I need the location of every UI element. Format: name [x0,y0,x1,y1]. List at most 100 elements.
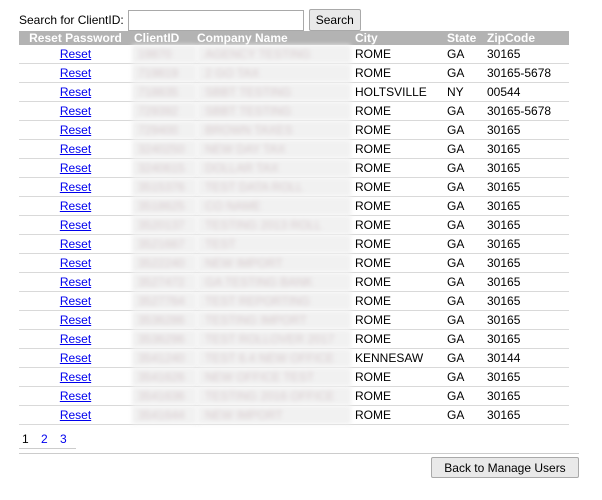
client-id-cell: 729392 [132,101,197,121]
reset-password-link[interactable]: Reset [60,256,91,270]
reset-password-link[interactable]: Reset [60,180,91,194]
table-row: Reset 3520137 TESTING 2013 ROLL ROME GA 30165 [19,215,569,235]
city-cell: ROME [351,405,443,425]
table-row: Reset 729400 BROWN TAXES ROME GA 30165 [19,120,569,140]
zipcode-cell: 30165 [483,291,569,311]
company-name-cell: TEST [197,234,351,254]
company-name-cell: NEW IMPORT [197,253,351,273]
reset-password-link[interactable]: Reset [60,332,91,346]
company-name-cell: CO NAME [197,196,351,216]
reset-cell: Reset [19,405,132,425]
page-link-3[interactable]: 3 [57,431,76,449]
reset-password-link[interactable]: Reset [60,142,91,156]
table-row: Reset 3541644 NEW IMPORT ROME GA 30165 [19,405,569,425]
reset-cell: Reset [19,45,132,64]
reset-password-link[interactable]: Reset [60,218,91,232]
company-name-cell: TEST ROLLOVER 2017 [197,329,351,349]
state-cell: GA [443,291,483,311]
client-id-cell: 729400 [132,120,197,140]
reset-cell: Reset [19,386,132,406]
company-name-cell: NEW DAY TAX [197,139,351,159]
reset-password-link[interactable]: Reset [60,370,91,384]
city-cell: ROME [351,253,443,273]
zipcode-cell: 30165 [483,310,569,330]
reset-password-link[interactable]: Reset [60,66,91,80]
state-cell: GA [443,139,483,159]
client-id-cell: 718835 [132,82,197,102]
reset-password-link[interactable]: Reset [60,351,91,365]
reset-password-link[interactable]: Reset [60,275,91,289]
zipcode-cell: 30165-5678 [483,101,569,121]
client-id-search-input[interactable] [127,9,304,31]
company-name-cell: TEST REPORTING [197,291,351,311]
city-cell: ROME [351,45,443,64]
client-id-cell: 3536296 [132,329,197,349]
company-name-cell: TESTING 2013 ROLL [197,215,351,235]
footer-divider [19,453,579,454]
city-cell: ROME [351,329,443,349]
client-id-cell: 3527764 [132,291,197,311]
state-cell: GA [443,196,483,216]
company-name-cell: AGENCY TESTING [197,45,351,64]
client-id-cell: 19870 [132,45,197,64]
state-cell: GA [443,234,483,254]
company-name-cell: TESTING IMPORT [197,310,351,330]
manage-clients-page: Search for ClientID: Search Reset Passwo… [0,0,602,500]
reset-password-link[interactable]: Reset [60,199,91,213]
client-id-cell: 719819 [132,63,197,83]
reset-cell: Reset [19,82,132,102]
back-to-manage-users-button[interactable]: Back to Manage Users [431,457,579,478]
table-row: Reset 3522240 NEW IMPORT ROME GA 30165 [19,253,569,273]
column-header-state: State [443,31,483,45]
client-id-cell: 3240250 [132,139,197,159]
reset-password-link[interactable]: Reset [60,389,91,403]
city-cell: ROME [351,158,443,178]
zipcode-cell: 30165 [483,215,569,235]
state-cell: GA [443,329,483,349]
company-name-cell: SBBT TESTING [197,82,351,102]
page-link-2[interactable]: 2 [38,431,57,449]
table-row: Reset 3240615 DOLLAR TAX ROME GA 30165 [19,158,569,178]
city-cell: ROME [351,272,443,292]
reset-password-link[interactable]: Reset [60,313,91,327]
state-cell: GA [443,272,483,292]
reset-cell: Reset [19,120,132,140]
city-cell: ROME [351,215,443,235]
city-cell: ROME [351,101,443,121]
reset-password-link[interactable]: Reset [60,294,91,308]
page-link-1[interactable]: 1 [19,431,38,449]
company-name-cell: TEST 6.4 NEW OFFICE [197,348,351,368]
search-label: Search for ClientID: [19,13,124,27]
clients-table: Reset Password ClientID Company Name Cit… [19,31,569,425]
zipcode-cell: 30165 [483,177,569,197]
zipcode-cell: 30165 [483,367,569,387]
reset-password-link[interactable]: Reset [60,123,91,137]
city-cell: ROME [351,234,443,254]
table-row: Reset 3240250 NEW DAY TAX ROME GA 30165 [19,139,569,159]
reset-password-link[interactable]: Reset [60,237,91,251]
reset-cell: Reset [19,63,132,83]
state-cell: GA [443,348,483,368]
client-id-cell: 3515376 [132,177,197,197]
search-button[interactable]: Search [308,9,361,31]
reset-cell: Reset [19,177,132,197]
city-cell: ROME [351,120,443,140]
reset-password-link[interactable]: Reset [60,408,91,422]
reset-password-link[interactable]: Reset [60,104,91,118]
company-name-cell: 2 GO TAX [197,63,351,83]
client-id-cell: 3518625 [132,196,197,216]
reset-password-link[interactable]: Reset [60,161,91,175]
table-row: Reset 3536286 TESTING IMPORT ROME GA 30165 [19,310,569,330]
company-name-cell: DOLLAR TAX [197,158,351,178]
client-id-cell: 3521667 [132,234,197,254]
reset-password-link[interactable]: Reset [60,85,91,99]
city-cell: ROME [351,196,443,216]
state-cell: GA [443,63,483,83]
table-row: Reset 19870 AGENCY TESTING ROME GA 30165 [19,45,569,64]
reset-password-link[interactable]: Reset [60,47,91,61]
city-cell: HOLTSVILLE [351,82,443,102]
reset-cell: Reset [19,215,132,235]
zipcode-cell: 30165 [483,234,569,254]
column-header-client-id: ClientID [132,31,197,45]
company-name-cell: SBBT TESTING [197,101,351,121]
